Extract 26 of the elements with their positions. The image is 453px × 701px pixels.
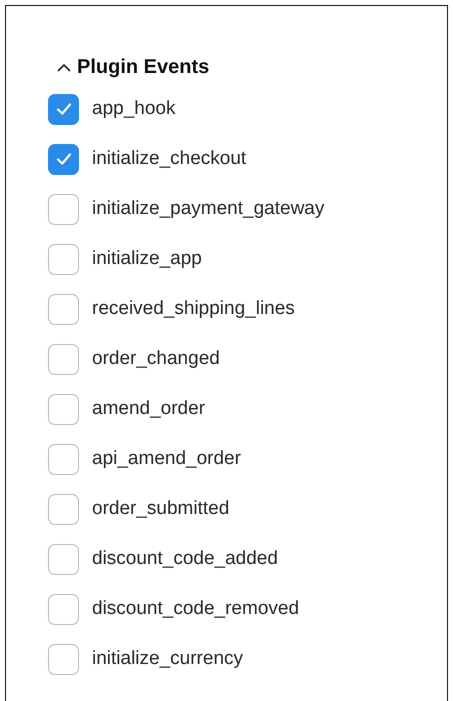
checkbox[interactable] — [48, 444, 79, 474]
checkbox[interactable] — [48, 294, 79, 324]
checkbox[interactable] — [48, 494, 79, 524]
checkbox[interactable] — [48, 94, 79, 124]
checkbox[interactable] — [48, 394, 79, 424]
checkbox-label: order_submitted — [92, 498, 230, 520]
checkbox-label: initialize_currency — [92, 648, 244, 670]
checkbox-label: received_shipping_lines — [92, 298, 295, 320]
checkbox-label: discount_code_removed — [92, 598, 300, 620]
checkbox[interactable] — [48, 144, 79, 174]
checkbox[interactable] — [48, 344, 79, 374]
checkbox[interactable] — [48, 194, 79, 224]
checkbox-label: api_amend_order — [92, 448, 241, 470]
checkbox[interactable] — [48, 544, 79, 574]
section-title: Plugin Events — [77, 56, 210, 78]
checkbox-label: initialize_payment_gateway — [92, 198, 324, 220]
checkbox-label: initialize_checkout — [92, 148, 246, 170]
chevron-up-icon[interactable] — [57, 62, 71, 72]
checkbox-label: initialize_app — [92, 248, 202, 270]
checkbox[interactable] — [48, 244, 79, 274]
checkbox[interactable] — [48, 594, 79, 624]
checkbox-label: app_hook — [92, 98, 176, 120]
checkbox-label: amend_order — [92, 398, 206, 420]
checkbox-label: discount_code_added — [92, 548, 278, 570]
checkbox[interactable] — [48, 644, 79, 674]
checkbox-label: order_changed — [92, 348, 220, 370]
